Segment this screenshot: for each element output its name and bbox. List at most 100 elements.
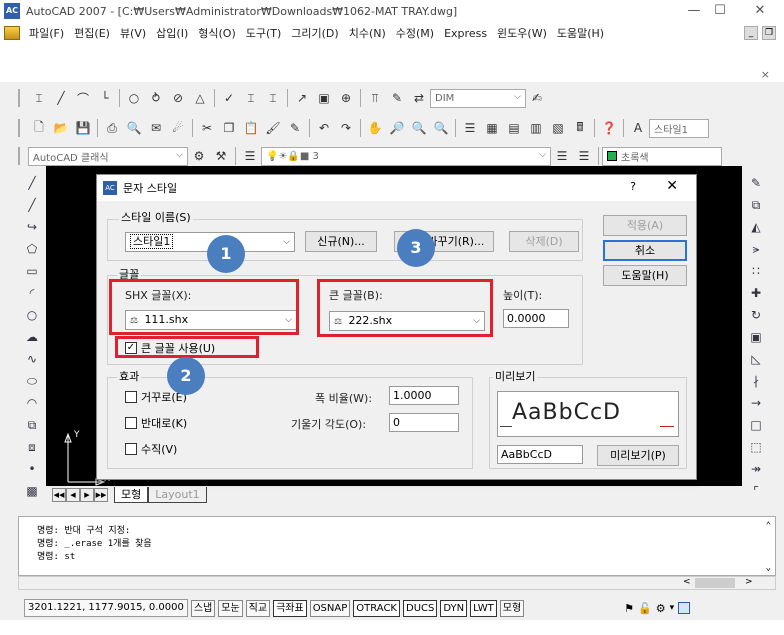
dialog-help-button[interactable]: ? <box>630 180 636 193</box>
publish-icon[interactable]: ✉ <box>147 119 165 137</box>
toolbar-grip[interactable] <box>18 147 22 165</box>
tray-settings-icon[interactable]: ⚙ <box>656 602 666 615</box>
dim-update-icon[interactable]: ⇄ <box>410 89 428 107</box>
baseline-dim-icon[interactable]: ⌶ <box>242 89 260 107</box>
scroll-down-icon[interactable]: ⌄ <box>766 563 771 573</box>
open-file-icon[interactable]: 📂 <box>52 119 70 137</box>
hatch-icon[interactable]: ▩ <box>22 481 42 501</box>
preview-button[interactable]: 미리보기(P) <box>597 445 679 466</box>
polygon-icon[interactable]: ⬠ <box>22 239 42 259</box>
autocad-app-icon[interactable]: AC <box>4 3 20 19</box>
dim-text-edit-icon[interactable]: ✎ <box>388 89 406 107</box>
quick-dim-icon[interactable]: ✓ <box>220 89 238 107</box>
menu-edit[interactable]: 편집(E) <box>69 25 115 41</box>
circle-icon[interactable]: ○ <box>22 305 42 325</box>
properties-icon[interactable]: ☰ <box>461 119 479 137</box>
scroll-left-icon[interactable]: < <box>683 577 691 587</box>
leader-icon[interactable]: ↗ <box>293 89 311 107</box>
lock-icon[interactable]: 🔓 <box>638 602 652 615</box>
menu-draw[interactable]: 그리기(D) <box>286 25 343 41</box>
markup-icon[interactable]: ▧ <box>549 119 567 137</box>
vertical-checkbox[interactable]: 수직(V) <box>125 441 177 457</box>
document-icon[interactable] <box>4 26 20 40</box>
polyline-icon[interactable]: ↪ <box>22 217 42 237</box>
help-icon[interactable]: ❓ <box>600 119 618 137</box>
break-icon[interactable]: ⬚ <box>746 437 766 457</box>
tolerance-icon[interactable]: ▣ <box>315 89 333 107</box>
jogged-dim-icon[interactable]: ⥁ <box>147 89 165 107</box>
text-style-combo[interactable]: 스타일1 <box>649 118 709 138</box>
plot-icon[interactable]: ⎙ <box>103 119 121 137</box>
design-center-icon[interactable]: ▦ <box>483 119 501 137</box>
trim-icon[interactable]: ∤ <box>746 371 766 391</box>
scroll-thumb[interactable] <box>695 578 735 588</box>
status-ducs-button[interactable]: DUCS <box>403 599 438 617</box>
match-properties-icon[interactable]: 🖌 <box>264 119 282 137</box>
stretch-icon[interactable]: ◺ <box>746 349 766 369</box>
scale-icon[interactable]: ▣ <box>746 327 766 347</box>
coordinate-readout[interactable]: 3201.1221, 1177.9015, 0.0000 <box>24 599 188 617</box>
mdi-close-button[interactable]: × <box>761 68 770 81</box>
block-editor-icon[interactable]: ✎ <box>286 119 304 137</box>
tab-last-icon[interactable]: ▶▶ <box>94 488 108 502</box>
point-icon[interactable]: • <box>22 459 42 479</box>
dim-edit-icon[interactable]: ⫪ <box>366 89 384 107</box>
status-grid-button[interactable]: 모눈 <box>218 599 243 617</box>
status-menu-chevron-icon[interactable]: ▾ <box>670 603 675 613</box>
save-icon[interactable]: 💾 <box>74 119 92 137</box>
workspace-settings-icon[interactable]: ⚙ <box>190 147 208 165</box>
close-button[interactable]: ✕ <box>740 0 780 22</box>
preview-text-input[interactable]: AaBbCcD <box>497 445 583 464</box>
move-icon[interactable]: ✚ <box>746 283 766 303</box>
ellipse-icon[interactable]: ⬭ <box>22 371 42 391</box>
menu-insert[interactable]: 삽입(I) <box>151 25 193 41</box>
offset-icon[interactable]: ⪫ <box>746 239 766 259</box>
tab-prev-icon[interactable]: ◀ <box>66 488 80 502</box>
menu-dimension[interactable]: 치수(N) <box>344 25 391 41</box>
calculator-icon[interactable]: 🖩 <box>571 119 589 137</box>
make-block-icon[interactable]: ⧈ <box>22 437 42 457</box>
workspace-save-icon[interactable]: ⚒ <box>212 147 230 165</box>
continue-dim-icon[interactable]: ⌶ <box>264 89 282 107</box>
status-dyn-button[interactable]: DYN <box>440 599 468 617</box>
status-otrack-button[interactable]: OTRACK <box>353 599 400 617</box>
status-snap-button[interactable]: 스냅 <box>190 599 216 617</box>
break-at-point-icon[interactable]: □ <box>746 415 766 435</box>
dim-style-combo[interactable]: DIM ⌵ <box>430 88 526 108</box>
angular-dim-icon[interactable]: △ <box>191 89 209 107</box>
width-factor-input[interactable]: 1.0000 <box>389 386 459 405</box>
zoom-realtime-icon[interactable]: 🔎 <box>388 119 406 137</box>
delete-style-button[interactable]: 삭제(D) <box>509 231 579 252</box>
array-icon[interactable]: ∷ <box>746 261 766 281</box>
pan-icon[interactable]: ✋ <box>366 119 384 137</box>
center-mark-icon[interactable]: ⊕ <box>337 89 355 107</box>
cut-icon[interactable]: ✂ <box>198 119 216 137</box>
menu-format[interactable]: 형식(O) <box>193 25 240 41</box>
dim-style-icon[interactable]: ✍ <box>528 89 546 107</box>
chamfer-icon[interactable]: ⌜ <box>746 481 766 501</box>
command-horizontal-scrollbar[interactable]: < > <box>18 576 776 590</box>
apply-button[interactable]: 적용(A) <box>603 215 687 236</box>
maximize-button[interactable]: ☐ <box>700 0 740 22</box>
status-polar-button[interactable]: 극좌표 <box>273 599 307 617</box>
rotate-icon[interactable]: ↻ <box>746 305 766 325</box>
tab-model[interactable]: 모형 <box>114 487 149 503</box>
arc-length-icon[interactable]: ⌒ <box>74 89 92 107</box>
command-window[interactable]: 명령: 반대 구석 지정: 명령: _.erase 1개를 찾음 명령: st … <box>18 516 776 576</box>
mdi-minimize-button[interactable]: _ <box>744 26 758 40</box>
text-style-icon[interactable]: A <box>629 119 647 137</box>
zoom-window-icon[interactable]: 🔍 <box>410 119 428 137</box>
menu-tools[interactable]: 도구(T) <box>241 25 287 41</box>
menu-view[interactable]: 뷰(V) <box>115 25 151 41</box>
redo-icon[interactable]: ↷ <box>337 119 355 137</box>
arc-icon[interactable]: ◜ <box>22 283 42 303</box>
status-ortho-button[interactable]: 직교 <box>245 599 271 617</box>
copy-icon[interactable]: ❐ <box>220 119 238 137</box>
rectangle-icon[interactable]: ▭ <box>22 261 42 281</box>
construction-line-icon[interactable]: ╱ <box>22 195 42 215</box>
diameter-dim-icon[interactable]: ⊘ <box>169 89 187 107</box>
menu-file[interactable]: 파일(F) <box>24 25 69 41</box>
backwards-checkbox[interactable]: 반대로(K) <box>125 415 187 431</box>
copy-object-icon[interactable]: ⧉ <box>746 195 766 215</box>
plot-preview-icon[interactable]: 🔍 <box>125 119 143 137</box>
